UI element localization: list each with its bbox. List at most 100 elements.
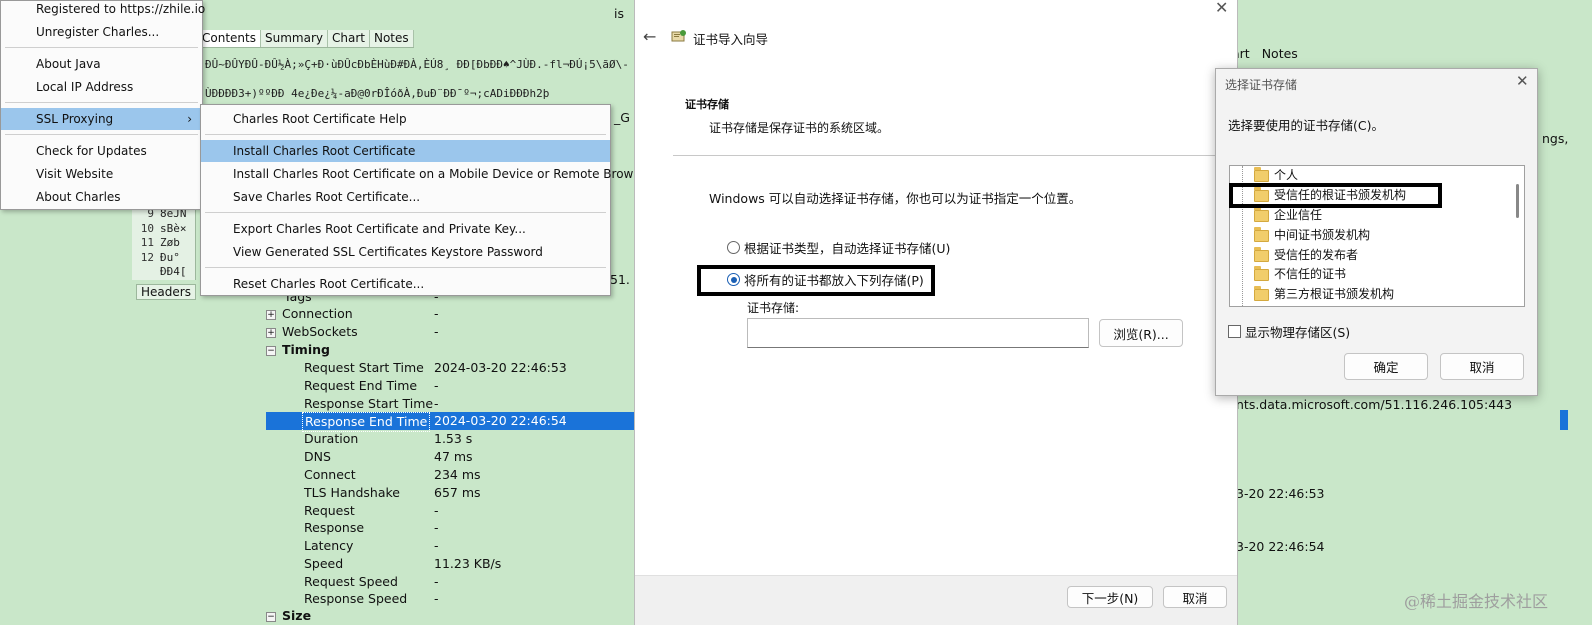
- right-pane-text: ngs,: [1542, 131, 1569, 146]
- right-pane-time: 3-20 22:46:53: [1236, 486, 1325, 501]
- right-pane-time: 3-20 22:46:54: [1236, 539, 1325, 554]
- right-pane-host: nts.data.microsoft.com/51.116.246.105:44…: [1236, 397, 1513, 412]
- menu-separator: [5, 134, 198, 135]
- expand-icon[interactable]: +: [266, 309, 276, 320]
- store-item[interactable]: 中间证书颁发机构: [1254, 226, 1370, 245]
- tree-row-timing-item[interactable]: Duration 1.53 s: [304, 430, 472, 448]
- tree-row-timing-item[interactable]: Request Speed -: [304, 573, 439, 591]
- tab-notes-right[interactable]: Notes: [1262, 46, 1298, 61]
- menu-item-registered[interactable]: Registered to https://zhile.io: [1, 0, 205, 20]
- side-text: is: [614, 6, 624, 21]
- selection-marker: [1560, 410, 1568, 430]
- hex-row-numbers: 9 8eJN 10 sBè× 11 Zøb 12 Ðu° ÐÐ4[: [132, 207, 196, 280]
- checkbox-label: 显示物理存储区(S): [1245, 325, 1351, 340]
- tree-row-timing-item[interactable]: Request Start Time 2024-03-20 22:46:53: [304, 359, 567, 377]
- folder-icon: [1254, 226, 1269, 242]
- dialog-title: 选择证书存储: [1225, 78, 1298, 92]
- tree-row-size[interactable]: − Size: [266, 607, 311, 625]
- wizard-footer: 下一步(N) 取消: [635, 575, 1237, 625]
- menu-item-about-charles[interactable]: About Charles: [1, 186, 202, 208]
- checkbox[interactable]: [1228, 325, 1241, 338]
- store-item[interactable]: 不信任的证书: [1254, 265, 1346, 284]
- collapse-icon[interactable]: −: [266, 611, 276, 622]
- submenu-item-cert-help[interactable]: Charles Root Certificate Help: [201, 108, 610, 130]
- tab-chart[interactable]: Chart: [328, 30, 370, 47]
- back-arrow-icon[interactable]: ←: [643, 27, 656, 46]
- certificate-import-wizard: ✕ ← 证书导入向导 证书存储 证书存储是保存证书的系统区域。 Windows …: [634, 0, 1239, 625]
- tree-row-timing-item[interactable]: Connect 234 ms: [304, 466, 481, 484]
- section-title: 证书存储: [685, 98, 729, 111]
- menu-item-unregister[interactable]: Unregister Charles...: [1, 21, 202, 43]
- radio-label: 根据证书类型，自动选择证书存储(U): [744, 241, 951, 256]
- store-item[interactable]: 第三方根证书颁发机构: [1254, 285, 1394, 304]
- tree-row-timing-item-selected[interactable]: Response End Time 2024-03-20 22:46:54: [266, 412, 636, 432]
- collapse-icon[interactable]: −: [266, 345, 276, 356]
- menu-item-ssl-proxying[interactable]: SSL Proxying ›: [1, 108, 202, 130]
- folder-icon: [1254, 206, 1269, 222]
- hex-content-line: ÙÐÐÐÐ3+)ººÐÐ 4e¿Ðe¿¼-aÐ@0rÐÎóðÀ,ÐuÐ¨ÐÐ¯º…: [205, 87, 550, 100]
- menu-item-about-java[interactable]: About Java: [1, 53, 202, 75]
- ok-button[interactable]: 确定: [1344, 353, 1428, 380]
- certificate-store-input[interactable]: [747, 318, 1089, 348]
- store-item[interactable]: 企业信任: [1254, 206, 1322, 225]
- expand-icon[interactable]: +: [266, 327, 276, 338]
- dialog-prompt: 选择要使用的证书存储(C)。: [1228, 118, 1384, 133]
- cancel-button[interactable]: 取消: [1163, 586, 1227, 608]
- hex-row: 12 Ðu°: [140, 250, 180, 264]
- intro-text: Windows 可以自动选择证书存储，你也可以为证书指定一个位置。: [709, 191, 1082, 206]
- radio-button[interactable]: [727, 241, 740, 254]
- tree-row-timing-item[interactable]: Speed 11.23 KB/s: [304, 555, 501, 573]
- wizard-title: 证书导入向导: [693, 32, 769, 47]
- submenu-item-keystore-password[interactable]: View Generated SSL Certificates Keystore…: [201, 241, 610, 263]
- tree-row-timing-item[interactable]: Request End Time -: [304, 377, 439, 395]
- menu-item-check-updates[interactable]: Check for Updates: [1, 140, 202, 162]
- help-menu: Registered to https://zhile.io Unregiste…: [0, 0, 205, 210]
- ssl-proxying-submenu: Charles Root Certificate Help Install Ch…: [200, 104, 652, 296]
- radio-auto-select[interactable]: 根据证书类型，自动选择证书存储(U): [727, 238, 950, 257]
- menu-separator: [5, 47, 198, 48]
- menu-separator: [205, 212, 606, 213]
- tree-row-timing-item[interactable]: Response Speed -: [304, 590, 439, 608]
- submenu-item-reset-cert[interactable]: Reset Charles Root Certificate...: [201, 273, 610, 295]
- submenu-item-export-cert[interactable]: Export Charles Root Certificate and Priv…: [201, 218, 610, 240]
- folder-icon: [1254, 265, 1269, 281]
- tree-row-connection[interactable]: + Connection -: [266, 305, 439, 323]
- tree-row-timing-item[interactable]: Request -: [304, 502, 439, 520]
- tree-row-timing-item[interactable]: DNS 47 ms: [304, 448, 473, 466]
- tab-notes[interactable]: Notes: [370, 30, 414, 47]
- menu-separator: [205, 134, 606, 135]
- tree-row-websockets[interactable]: + WebSockets -: [266, 323, 439, 341]
- dialog-cancel-button[interactable]: 取消: [1440, 353, 1524, 380]
- submenu-item-install-mobile[interactable]: Install Charles Root Certificate on a Mo…: [201, 163, 652, 185]
- close-icon[interactable]: ✕: [1215, 0, 1228, 17]
- tree-row-timing-item[interactable]: Latency -: [304, 537, 439, 555]
- right-pane-tabs: art Notes: [1232, 46, 1298, 61]
- tab-summary[interactable]: Summary: [261, 30, 328, 47]
- folder-icon: [1254, 246, 1269, 262]
- browse-button[interactable]: 浏览(R)...: [1099, 319, 1183, 347]
- tab-headers[interactable]: Headers: [136, 284, 196, 300]
- highlight-box: [1229, 183, 1442, 208]
- store-label: 证书存储:: [747, 301, 800, 315]
- menu-item-local-ip[interactable]: Local IP Address: [1, 76, 202, 98]
- certificate-wizard-icon: [671, 30, 686, 42]
- submenu-item-install-cert[interactable]: Install Charles Root Certificate: [201, 140, 610, 162]
- tree-row-timing-item[interactable]: TLS Handshake 657 ms: [304, 484, 481, 502]
- scrollbar-thumb[interactable]: [1516, 184, 1519, 218]
- close-icon[interactable]: ✕: [1516, 72, 1529, 90]
- tree-row-timing-item[interactable]: Response -: [304, 519, 439, 537]
- menu-separator: [205, 267, 606, 268]
- section-description: 证书存储是保存证书的系统区域。: [709, 121, 890, 135]
- submenu-item-save-cert[interactable]: Save Charles Root Certificate...: [201, 186, 610, 208]
- store-item[interactable]: 受信任的发布者: [1254, 246, 1358, 265]
- menu-separator: [5, 102, 198, 103]
- tab-contents[interactable]: Contents: [198, 30, 261, 47]
- tree-row-timing-item[interactable]: Response Start Time -: [304, 395, 439, 413]
- tree-row-timing[interactable]: − Timing: [266, 341, 330, 359]
- menu-item-visit-website[interactable]: Visit Website: [1, 163, 202, 185]
- hex-row: 11 Zøb: [140, 236, 180, 249]
- watermark-text: @稀土掘金技术社区: [1404, 592, 1549, 611]
- next-button[interactable]: 下一步(N): [1067, 586, 1153, 608]
- divider: [673, 155, 1239, 156]
- show-physical-stores[interactable]: 显示物理存储区(S): [1228, 322, 1350, 341]
